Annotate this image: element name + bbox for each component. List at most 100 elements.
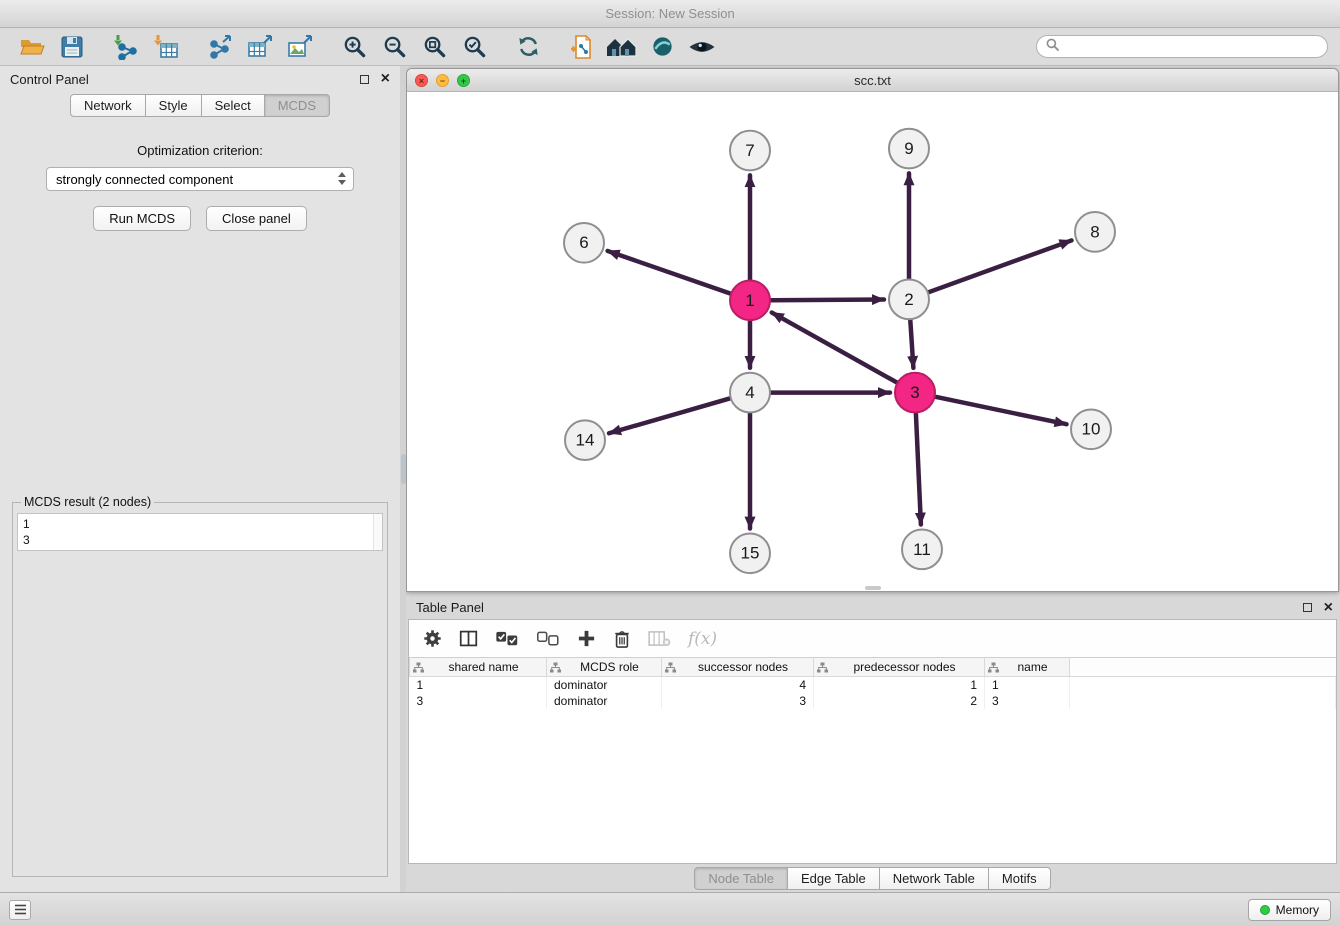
table-cell[interactable]: 1: [410, 677, 547, 694]
open-session-icon[interactable]: [12, 31, 52, 63]
network-svg: 7 9 6 8 1 2 4 3 14 10 15 11: [407, 92, 1338, 591]
graph-node-1[interactable]: 1: [730, 280, 770, 320]
graph-node-9[interactable]: 9: [889, 129, 929, 169]
graph-node-14[interactable]: 14: [565, 420, 605, 460]
global-search-field[interactable]: [1036, 35, 1328, 58]
export-image-icon[interactable]: [280, 31, 320, 63]
graph-edge-4-14[interactable]: [609, 398, 730, 433]
table-panel-toggle-icon[interactable]: [9, 900, 31, 920]
column-header-MCDS-role[interactable]: MCDS role: [547, 658, 662, 677]
svg-text:11: 11: [913, 540, 931, 559]
table-cell[interactable]: 4: [662, 677, 814, 694]
refresh-layout-icon[interactable]: [508, 31, 548, 63]
column-header-predecessor-nodes[interactable]: predecessor nodes: [814, 658, 985, 677]
close-window-icon[interactable]: ×: [415, 74, 428, 87]
tab-node-table[interactable]: Node Table: [694, 867, 788, 890]
export-table-icon[interactable]: [240, 31, 280, 63]
close-panel-icon[interactable]: ×: [381, 71, 390, 87]
show-hide-icon[interactable]: [682, 31, 722, 63]
mcds-result-box[interactable]: 13: [17, 513, 383, 551]
tab-network[interactable]: Network: [70, 94, 146, 117]
divider-grip[interactable]: [401, 454, 406, 484]
graph-node-6[interactable]: 6: [564, 223, 604, 263]
column-header-shared-name[interactable]: shared name: [410, 658, 547, 677]
graph-edge-3-1[interactable]: [772, 313, 897, 383]
mcds-panel: Optimization criterion: strongly connect…: [0, 123, 400, 892]
first-neighbors-icon[interactable]: [602, 31, 642, 63]
graph-edge-1-6[interactable]: [608, 251, 731, 294]
zoom-out-icon[interactable]: [374, 31, 414, 63]
graph-node-15[interactable]: 15: [730, 533, 770, 573]
table-cell[interactable]: dominator: [547, 693, 662, 709]
graph-edge-3-11[interactable]: [916, 413, 921, 524]
network-window-titlebar[interactable]: × − + scc.txt: [407, 69, 1338, 92]
save-session-icon[interactable]: [52, 31, 92, 63]
maximize-window-icon[interactable]: +: [457, 74, 470, 87]
table-row[interactable]: 1dominator411: [410, 677, 1336, 694]
memory-button[interactable]: Memory: [1248, 899, 1331, 921]
network-canvas[interactable]: 7 9 6 8 1 2 4 3 14 10 15 11: [407, 92, 1338, 591]
graph-node-3[interactable]: 3: [895, 373, 935, 413]
graph-edge-2-3[interactable]: [910, 320, 913, 368]
canvas-resize-grip[interactable]: [865, 586, 881, 590]
deselect-all-icon[interactable]: [536, 631, 560, 647]
close-table-panel-icon[interactable]: ×: [1324, 600, 1333, 616]
tab-edge-table[interactable]: Edge Table: [788, 867, 880, 890]
table-cell-filler: [1070, 693, 1336, 709]
tab-mcds[interactable]: MCDS: [265, 94, 330, 117]
graph-node-11[interactable]: 11: [902, 529, 942, 569]
delete-icon[interactable]: [613, 629, 631, 649]
columns-icon[interactable]: [459, 629, 478, 648]
panel-divider[interactable]: [400, 66, 406, 892]
result-scrollbar[interactable]: [373, 514, 382, 550]
graph-node-4[interactable]: 4: [730, 373, 770, 413]
zoom-selected-icon[interactable]: [454, 31, 494, 63]
delete-column-icon[interactable]: [648, 630, 671, 647]
import-network-icon[interactable]: [106, 31, 146, 63]
select-all-icon[interactable]: [495, 631, 519, 647]
graph-node-7[interactable]: 7: [730, 131, 770, 171]
tab-motifs[interactable]: Motifs: [989, 867, 1051, 890]
table-cell[interactable]: 1: [985, 677, 1070, 694]
add-row-icon[interactable]: [577, 629, 596, 648]
float-panel-icon[interactable]: [360, 75, 369, 84]
graph-edge-3-10[interactable]: [936, 397, 1067, 424]
window-titlebar[interactable]: Session: New Session: [0, 0, 1340, 28]
graph-edge-2-8[interactable]: [929, 240, 1072, 292]
table-toolbar: f(x): [409, 620, 1336, 657]
table-cell[interactable]: 2: [814, 693, 985, 709]
gear-icon[interactable]: [423, 629, 442, 648]
mcds-result-title: MCDS result (2 nodes): [21, 495, 154, 509]
table-row[interactable]: 3dominator323: [410, 693, 1336, 709]
graph-node-10[interactable]: 10: [1071, 409, 1111, 449]
column-header-name[interactable]: name: [985, 658, 1070, 677]
column-header-successor-nodes[interactable]: successor nodes: [662, 658, 814, 677]
export-network-icon[interactable]: [200, 31, 240, 63]
apply-style-icon[interactable]: [642, 31, 682, 63]
criterion-dropdown[interactable]: strongly connected component: [46, 167, 354, 191]
control-panel-tabs: NetworkStyleSelectMCDS: [0, 92, 400, 123]
tab-select[interactable]: Select: [202, 94, 265, 117]
workspace: Control Panel × NetworkStyleSelectMCDS O…: [0, 66, 1340, 892]
close-panel-button[interactable]: Close panel: [206, 206, 307, 231]
graph-node-2[interactable]: 2: [889, 279, 929, 319]
graph-node-8[interactable]: 8: [1075, 212, 1115, 252]
new-network-from-file-icon[interactable]: [562, 31, 602, 63]
float-table-panel-icon[interactable]: [1303, 603, 1312, 612]
zoom-in-icon[interactable]: [334, 31, 374, 63]
zoom-fit-icon[interactable]: [414, 31, 454, 63]
tab-network-table[interactable]: Network Table: [880, 867, 989, 890]
minimize-window-icon[interactable]: −: [436, 74, 449, 87]
table-cell[interactable]: dominator: [547, 677, 662, 694]
table-cell[interactable]: 3: [662, 693, 814, 709]
result-line: 3: [23, 532, 377, 548]
graph-edge-1-2[interactable]: [771, 300, 884, 301]
run-mcds-button[interactable]: Run MCDS: [93, 206, 191, 231]
import-table-icon[interactable]: [146, 31, 186, 63]
table-cell[interactable]: 1: [814, 677, 985, 694]
function-builder-icon[interactable]: f(x): [688, 629, 717, 649]
search-input[interactable]: [1064, 40, 1318, 54]
table-cell[interactable]: 3: [410, 693, 547, 709]
table-cell[interactable]: 3: [985, 693, 1070, 709]
tab-style[interactable]: Style: [146, 94, 202, 117]
